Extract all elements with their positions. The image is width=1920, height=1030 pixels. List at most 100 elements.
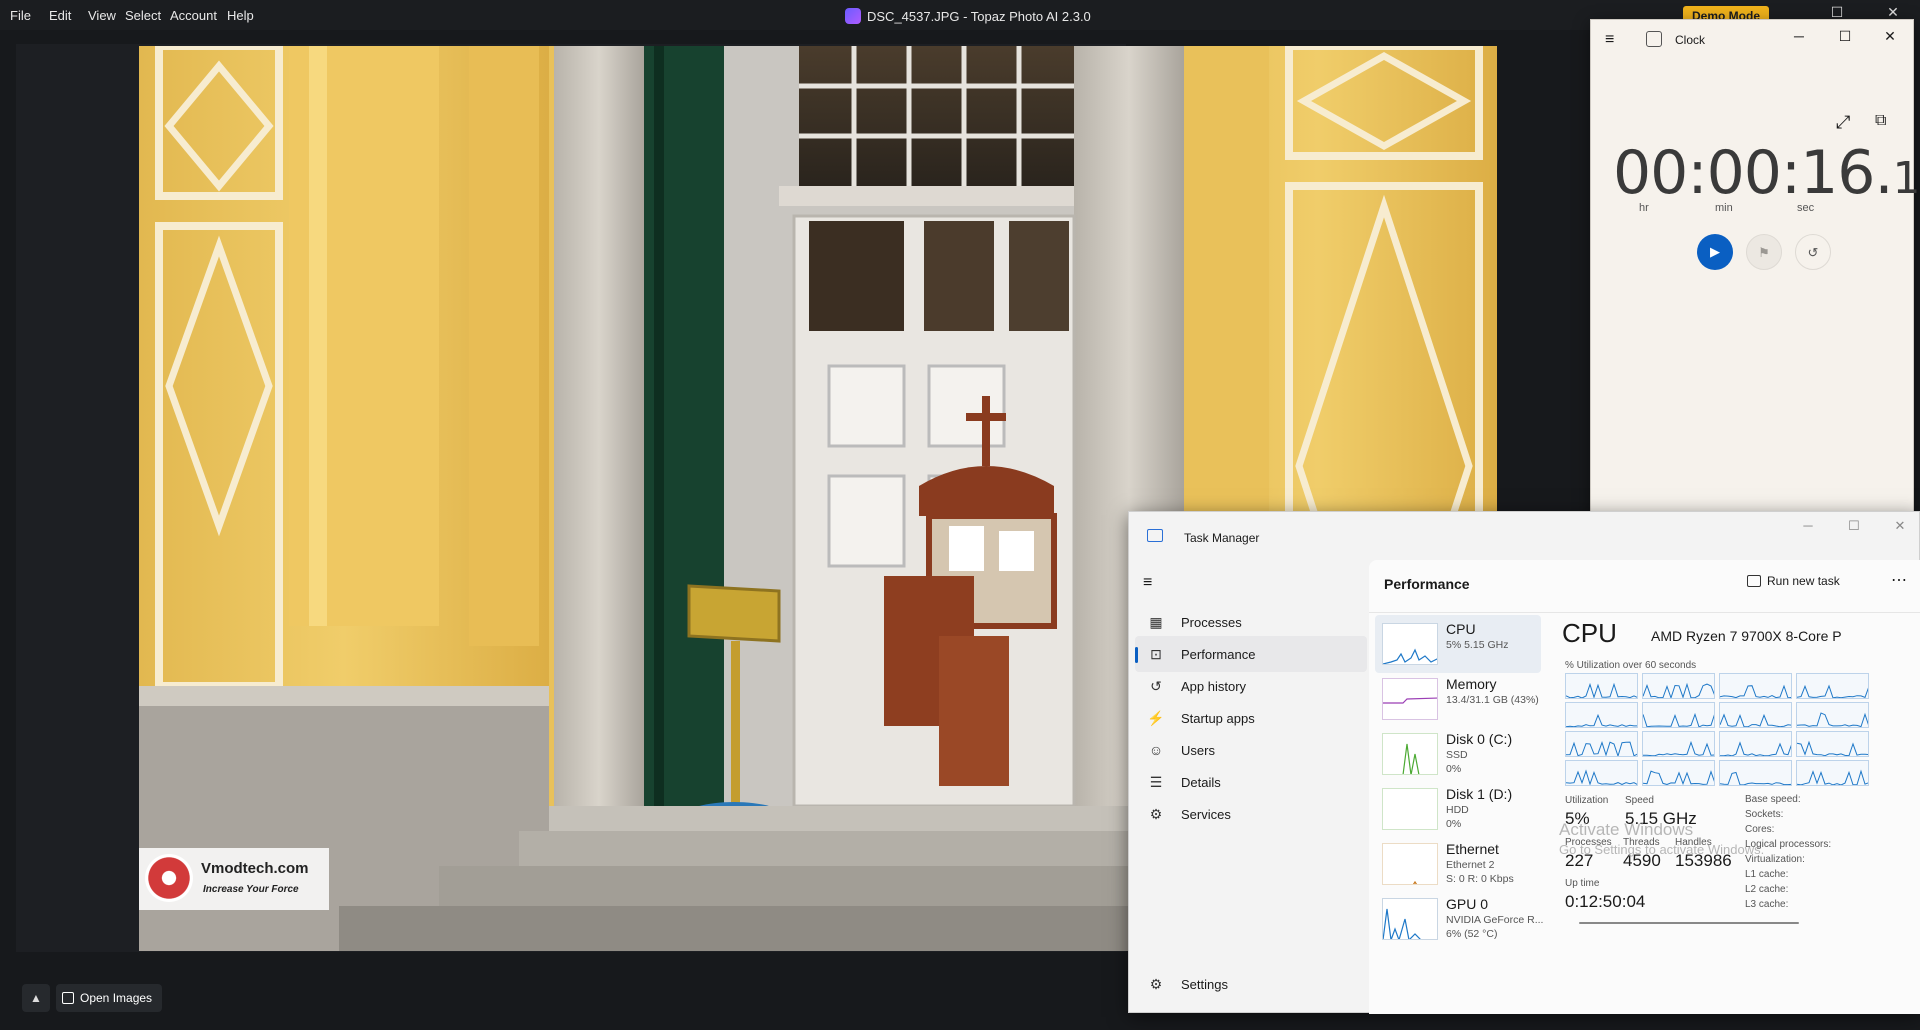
spec-l1-cache: L1 cache: [1745, 869, 1789, 880]
maximize-icon[interactable]: ☐ [1839, 518, 1869, 534]
cpu-heading: CPU [1562, 618, 1617, 648]
menu-select[interactable]: Select [125, 8, 161, 23]
unit-hr: hr [1639, 202, 1649, 214]
resource-name: Memory [1446, 676, 1497, 692]
keep-on-top-icon[interactable]: ⧉ [1875, 112, 1886, 130]
settings-gear-icon: ⚙ [1149, 975, 1163, 992]
horizontal-scrollbar[interactable] [1579, 922, 1799, 924]
menu-help[interactable]: Help [227, 8, 254, 23]
close-icon[interactable]: ✕ [1885, 518, 1915, 534]
performance-icon: ⊡ [1150, 645, 1162, 662]
ethernet-thumbnail [1382, 843, 1438, 885]
divider [1369, 612, 1920, 613]
memory-thumbnail [1382, 678, 1438, 720]
resource-usage: 0% [1446, 763, 1462, 775]
history-icon: ↺ [1150, 677, 1162, 694]
nav-startup-apps[interactable]: ⚡ Startup apps [1135, 700, 1367, 736]
resource-usage: 0% [1446, 818, 1462, 830]
nav-details[interactable]: ☰ Details [1135, 764, 1367, 800]
nav-processes[interactable]: ▦ Processes [1135, 604, 1367, 640]
resource-throughput: S: 0 R: 0 Kbps [1446, 873, 1514, 885]
menu-file[interactable]: File [10, 8, 31, 23]
nav-label: Performance [1181, 646, 1256, 662]
reset-button[interactable]: ↺ [1795, 234, 1831, 270]
close-icon[interactable]: ✕ [1877, 28, 1903, 45]
resource-gpu0[interactable]: GPU 0 NVIDIA GeForce R... 6% (52 °C) [1375, 890, 1544, 948]
hamburger-menu-icon[interactable]: ≡ [1143, 574, 1152, 592]
nav-label: Processes [1181, 614, 1242, 630]
open-images-button[interactable]: Open Images [56, 984, 163, 1012]
resource-usage: 6% (52 °C) [1446, 928, 1498, 940]
run-new-task-button[interactable]: Run new task [1747, 574, 1840, 588]
nav-label: Details [1181, 774, 1221, 790]
more-options-icon[interactable]: ⋯ [1891, 570, 1907, 590]
resource-name: GPU 0 [1446, 896, 1489, 912]
nav-label: Services [1181, 806, 1231, 822]
vmodtech-watermark: Vmodtech.com Increase Your Force [139, 848, 329, 910]
vmodtech-logo-icon [145, 854, 193, 902]
stopwatch-time: 00:00:16. [1613, 138, 1894, 208]
core-graph [1642, 731, 1715, 757]
core-graph [1642, 673, 1715, 699]
task-manager-title: Task Manager [1184, 531, 1260, 545]
maximize-icon[interactable]: ☐ [1832, 28, 1858, 45]
disk0-thumbnail [1382, 733, 1438, 775]
nav-performance[interactable]: ⊡ Performance [1135, 636, 1367, 672]
lap-flag-button[interactable]: ⚑ [1746, 234, 1782, 270]
core-graph [1796, 702, 1869, 728]
resource-disk1[interactable]: Disk 1 (D:) HDD 0% [1375, 780, 1541, 838]
core-graph [1719, 760, 1792, 786]
menu-account[interactable]: Account [170, 8, 217, 23]
stopwatch-display: 00:00:16.16 [1613, 138, 1920, 208]
menu-edit[interactable]: Edit [49, 8, 71, 23]
topaz-logo-icon [845, 8, 861, 24]
services-icon: ⚙ [1149, 805, 1163, 822]
core-graph [1565, 760, 1638, 786]
nav-app-history[interactable]: ↺ App history [1135, 668, 1367, 704]
resource-disk0[interactable]: Disk 0 (C:) SSD 0% [1375, 725, 1541, 783]
expand-icon[interactable]: ⤢ [1836, 112, 1850, 133]
play-button[interactable]: ▶ [1697, 234, 1733, 270]
details-icon: ☰ [1149, 773, 1163, 790]
open-images-label: Open Images [80, 991, 153, 1005]
nav-label: Startup apps [1181, 710, 1255, 726]
run-new-task-label: Run new task [1767, 574, 1840, 588]
core-graph [1796, 760, 1869, 786]
task-manager-titlebar: Task Manager ─ ☐ ✕ [1129, 512, 1919, 560]
disk1-thumbnail [1382, 788, 1438, 830]
resource-type: HDD [1446, 804, 1469, 816]
spec-sockets: Sockets: [1745, 809, 1784, 820]
resource-detail: 5% 5.15 GHz [1446, 639, 1509, 651]
utilization-label: Utilization [1565, 795, 1609, 806]
resource-model: NVIDIA GeForce R... [1446, 914, 1544, 926]
chevron-up-icon[interactable]: ▲ [22, 984, 50, 1012]
core-graph [1719, 673, 1792, 699]
clock-title: Clock [1675, 33, 1706, 47]
run-task-icon [1747, 575, 1761, 587]
utilization-value: 5% [1565, 809, 1590, 828]
clock-app-icon [1646, 31, 1662, 47]
nav-services[interactable]: ⚙ Services [1135, 796, 1367, 832]
nav-settings[interactable]: ⚙ Settings [1135, 966, 1367, 1002]
spec-cores: Cores: [1745, 824, 1775, 835]
nav-label: Users [1181, 742, 1215, 758]
clock-titlebar: ≡ Clock ─ ☐ ✕ [1591, 20, 1913, 60]
window-title-text: DSC_4537.JPG - Topaz Photo AI 2.3.0 [867, 8, 1091, 24]
resource-ethernet[interactable]: Ethernet Ethernet 2 S: 0 R: 0 Kbps [1375, 835, 1541, 893]
minimize-icon[interactable]: ─ [1786, 28, 1812, 44]
users-icon: ☺ [1148, 742, 1164, 758]
resource-cpu[interactable]: CPU 5% 5.15 GHz [1375, 615, 1541, 673]
nav-users[interactable]: ☺ Users [1135, 732, 1367, 768]
resource-name: Disk 1 (D:) [1446, 786, 1513, 802]
core-graph [1796, 731, 1869, 757]
task-manager-app-icon [1147, 529, 1163, 542]
startup-icon: ⚡ [1147, 709, 1165, 726]
hamburger-menu-icon[interactable]: ≡ [1605, 31, 1614, 49]
resource-memory[interactable]: Memory 13.4/31.1 GB (43%) [1375, 670, 1541, 728]
minimize-icon[interactable]: ─ [1793, 518, 1823, 533]
utilization-caption: % Utilization over 60 seconds [1565, 660, 1697, 671]
speed-value: 5.15 GHz [1625, 809, 1697, 828]
task-manager-window: Task Manager ─ ☐ ✕ ≡ ▦ Processes ⊡ Perfo… [1128, 511, 1920, 1014]
watermark-tagline: Increase Your Force [203, 884, 299, 895]
menu-view[interactable]: View [88, 8, 116, 23]
